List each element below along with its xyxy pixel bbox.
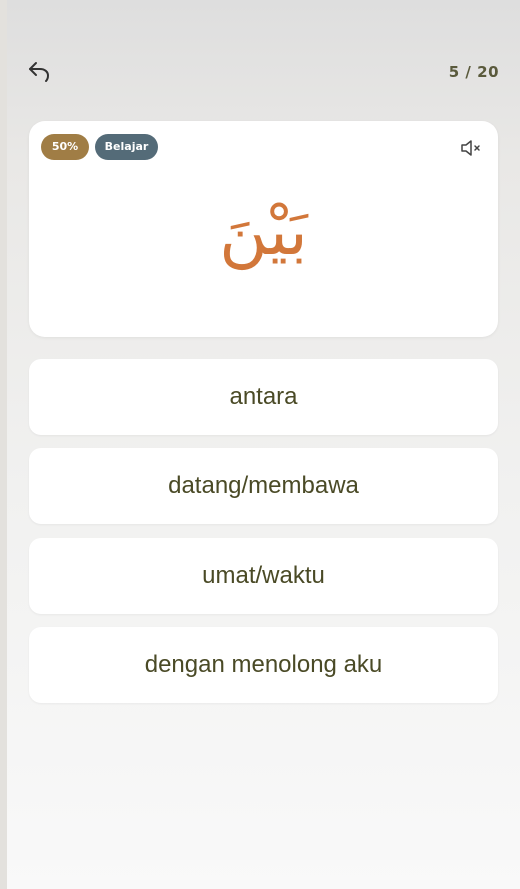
undo-arrow-icon — [29, 62, 50, 82]
answer-option[interactable]: umat/waktu — [29, 538, 498, 614]
speaker-muted-icon — [461, 140, 480, 156]
mode-badge: Belajar — [95, 134, 158, 160]
flashcard: 50% Belajar بَيْنَ — [29, 121, 498, 337]
answer-option[interactable]: antara — [29, 359, 498, 435]
mute-button[interactable] — [460, 138, 484, 158]
question-counter: 5 / 20 — [448, 63, 499, 81]
back-button[interactable] — [24, 56, 54, 86]
progress-badge: 50% — [41, 134, 89, 160]
answer-option[interactable]: datang/membawa — [29, 448, 498, 524]
arabic-word: بَيْنَ — [219, 193, 308, 270]
answer-option[interactable]: dengan menolong aku — [29, 627, 498, 703]
window-edge — [0, 0, 7, 889]
